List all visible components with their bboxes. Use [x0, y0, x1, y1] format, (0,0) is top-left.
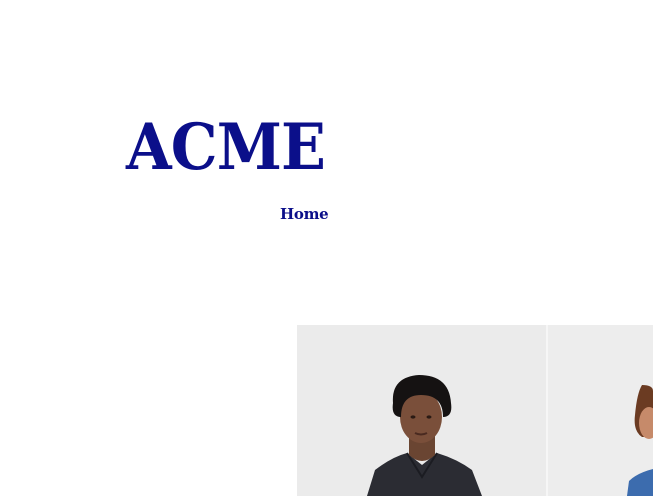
nav-home-link[interactable]: Home [280, 205, 329, 223]
site-logo[interactable]: ACME [126, 116, 326, 180]
hero-gallery [297, 325, 653, 496]
model-photo-2[interactable] [297, 325, 653, 496]
